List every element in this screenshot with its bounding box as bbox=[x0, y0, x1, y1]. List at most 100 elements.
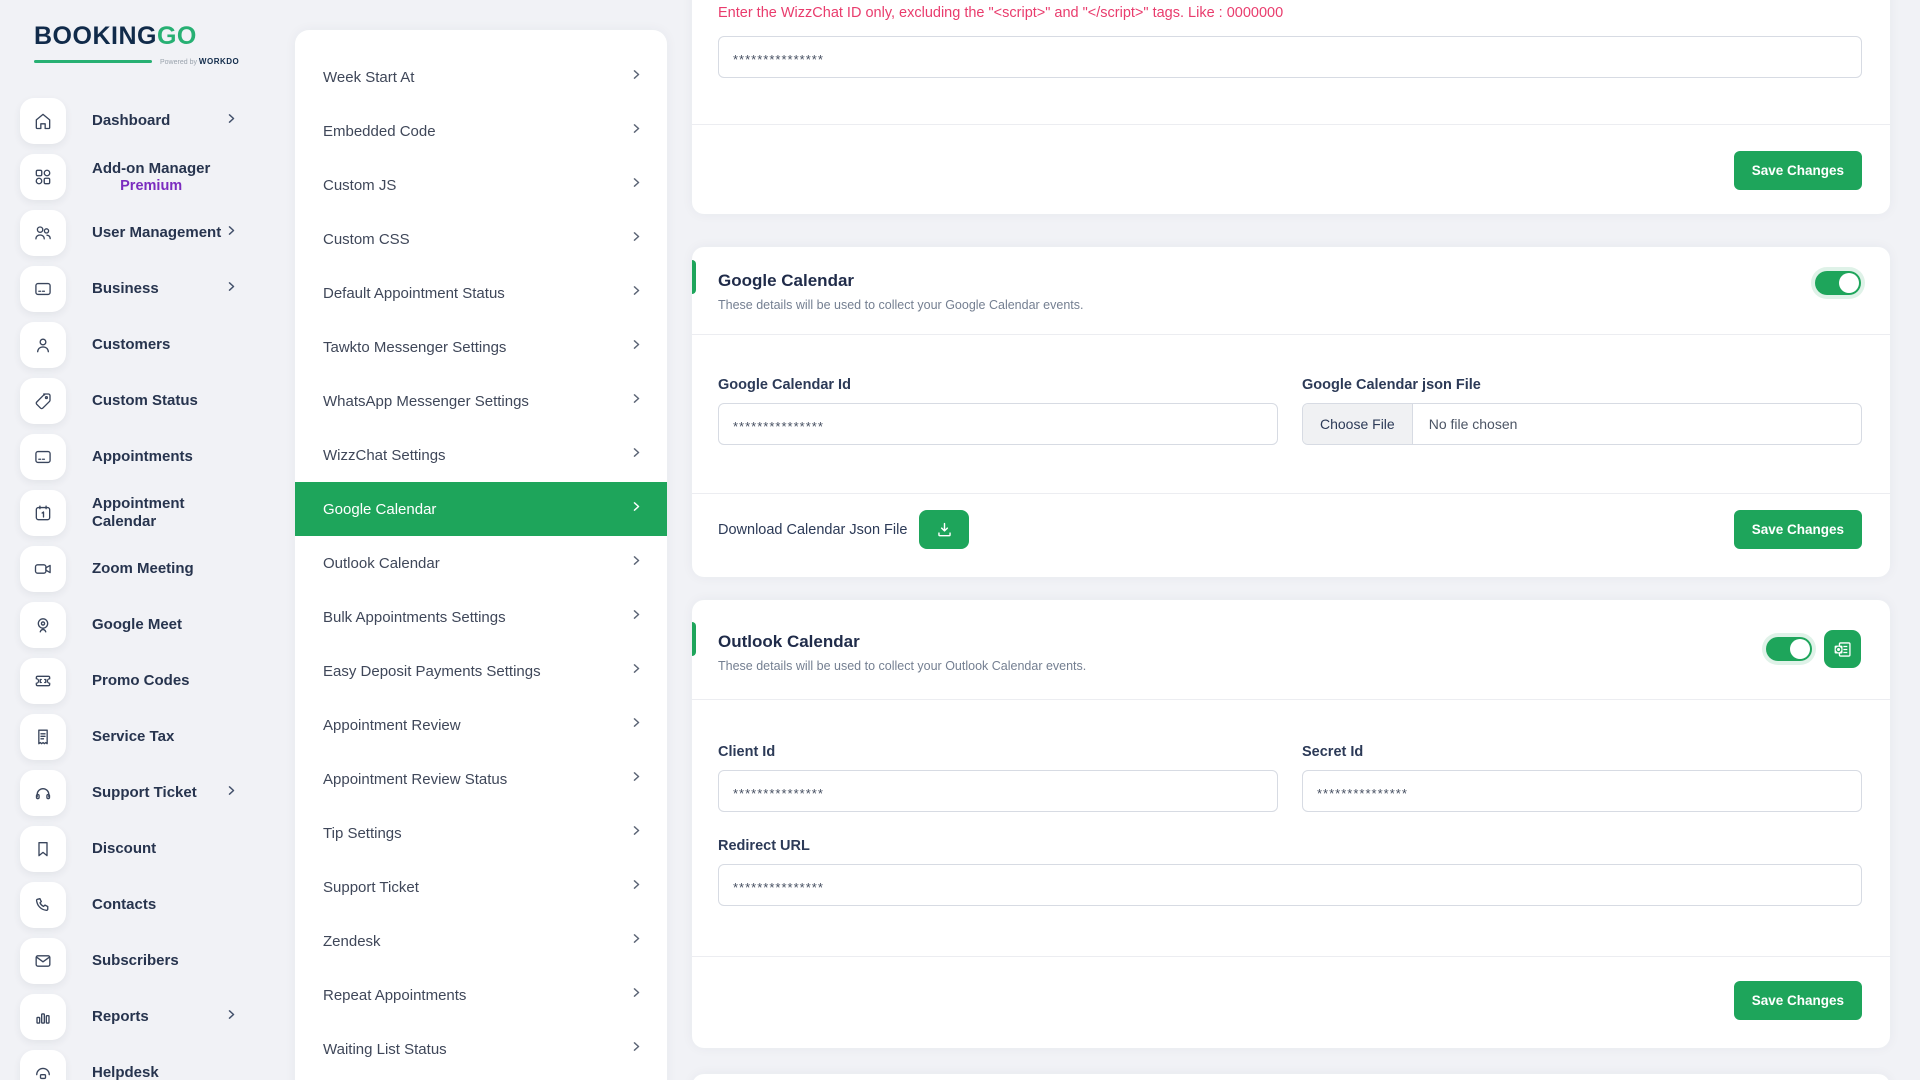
chevron-right-icon bbox=[225, 224, 238, 242]
sidebar-item-label: User Management bbox=[92, 224, 221, 242]
sidebar-item-appointments[interactable]: Appointments bbox=[0, 429, 260, 485]
chevron-right-icon bbox=[630, 338, 643, 356]
sidebar-item-google-meet[interactable]: Google Meet bbox=[0, 597, 260, 653]
sidebar-item-service-tax[interactable]: Service Tax bbox=[0, 709, 260, 765]
settings-menu-item-whatsapp-messenger-settings[interactable]: WhatsApp Messenger Settings bbox=[295, 374, 667, 428]
settings-menu-item-wizzchat-settings[interactable]: WizzChat Settings bbox=[295, 428, 667, 482]
ticket-icon bbox=[20, 658, 66, 704]
google-calendar-save-button[interactable]: Save Changes bbox=[1734, 510, 1862, 549]
chevron-right-icon bbox=[225, 280, 238, 298]
google-calendar-id-label: Google Calendar Id bbox=[718, 377, 1278, 393]
chevron-right-icon bbox=[630, 662, 643, 680]
sidebar-item-label: Custom Status bbox=[92, 392, 198, 410]
outlook-sync-button[interactable] bbox=[1824, 630, 1861, 668]
settings-menu-item-label: Waiting List Status bbox=[323, 1041, 447, 1058]
google-calendar-toggle[interactable] bbox=[1815, 271, 1861, 295]
chevron-right-icon bbox=[630, 986, 643, 1004]
sidebar-item-label: Zoom Meeting bbox=[92, 560, 194, 578]
settings-menu-item-repeat-appointments[interactable]: Repeat Appointments bbox=[295, 968, 667, 1022]
chevron-right-icon bbox=[630, 446, 643, 464]
redirect-url-label: Redirect URL bbox=[718, 838, 1862, 854]
settings-menu-item-label: Appointment Review bbox=[323, 717, 461, 734]
credit-card-icon bbox=[20, 434, 66, 480]
settings-menu-item-google-calendar[interactable]: Google Calendar bbox=[295, 482, 667, 536]
tag-icon bbox=[20, 378, 66, 424]
settings-menu-item-outlook-calendar[interactable]: Outlook Calendar bbox=[295, 536, 667, 590]
wizzchat-settings-card: Enter the WizzChat ID only, excluding th… bbox=[692, 0, 1890, 214]
sidebar-item-custom-status[interactable]: Custom Status bbox=[0, 373, 260, 429]
sidebar-item-contacts[interactable]: Contacts bbox=[0, 877, 260, 933]
settings-menu-item-easy-deposit-payments-settings[interactable]: Easy Deposit Payments Settings bbox=[295, 644, 667, 698]
settings-menu-item-appointment-review-status[interactable]: Appointment Review Status bbox=[295, 752, 667, 806]
settings-menu-item-label: Google Calendar bbox=[323, 501, 436, 518]
settings-menu-item-label: Custom JS bbox=[323, 177, 396, 194]
download-json-button[interactable] bbox=[919, 510, 969, 549]
settings-menu-item-label: Zendesk bbox=[323, 933, 381, 950]
next-section-card bbox=[692, 1074, 1890, 1080]
sidebar-item-label: Support Ticket bbox=[92, 784, 197, 802]
sidebar-item-label: Promo Codes bbox=[92, 672, 190, 690]
sidebar-item-zoom-meeting[interactable]: Zoom Meeting bbox=[0, 541, 260, 597]
settings-menu-item-label: Easy Deposit Payments Settings bbox=[323, 663, 541, 680]
wizzchat-save-button[interactable]: Save Changes bbox=[1734, 151, 1862, 190]
settings-menu-item-tip-settings[interactable]: Tip Settings bbox=[295, 806, 667, 860]
sidebar-item-helpdesk[interactable]: Helpdesk bbox=[0, 1045, 260, 1080]
settings-menu-item-custom-js[interactable]: Custom JS bbox=[295, 158, 667, 212]
sidebar-item-promo-codes[interactable]: Promo Codes bbox=[0, 653, 260, 709]
sidebar-item-support-ticket[interactable]: Support Ticket bbox=[0, 765, 260, 821]
settings-menu-item-appointment-review[interactable]: Appointment Review bbox=[295, 698, 667, 752]
settings-menu-item-week-start-at[interactable]: Week Start At bbox=[295, 50, 667, 104]
sidebar-item-label: Google Meet bbox=[92, 616, 182, 634]
settings-menu-item-label: Default Appointment Status bbox=[323, 285, 505, 302]
settings-menu-item-embedded-code[interactable]: Embedded Code bbox=[295, 104, 667, 158]
settings-menu-item-zendesk[interactable]: Zendesk bbox=[295, 914, 667, 968]
sidebar-item-add-on-manager[interactable]: Add-on Manager Premium bbox=[0, 149, 260, 205]
google-calendar-title: Google Calendar bbox=[718, 271, 1862, 291]
app-logo[interactable]: BOOKINGGO Powered by WORKDO bbox=[0, 18, 260, 66]
client-id-input[interactable] bbox=[718, 770, 1278, 812]
sidebar-item-label: Appointments bbox=[92, 448, 193, 466]
outlook-calendar-description: These details will be used to collect yo… bbox=[718, 659, 1862, 673]
bookmark-icon bbox=[20, 826, 66, 872]
settings-menu-item-default-appointment-status[interactable]: Default Appointment Status bbox=[295, 266, 667, 320]
sidebar-item-appointment-calendar[interactable]: Appointment Calendar bbox=[0, 485, 260, 541]
settings-menu-item-label: WizzChat Settings bbox=[323, 447, 446, 464]
download-icon bbox=[935, 520, 954, 539]
google-calendar-card: Google Calendar These details will be us… bbox=[692, 247, 1890, 577]
sidebar: BOOKINGGO Powered by WORKDO Dashboard Ad… bbox=[0, 0, 260, 1080]
choose-file-button[interactable]: Choose File bbox=[1303, 404, 1413, 444]
settings-menu-item-label: Repeat Appointments bbox=[323, 987, 466, 1004]
sidebar-item-reports[interactable]: Reports bbox=[0, 989, 260, 1045]
sidebar-item-discount[interactable]: Discount bbox=[0, 821, 260, 877]
settings-menu-item-waiting-list-status[interactable]: Waiting List Status bbox=[295, 1022, 667, 1076]
chevron-right-icon bbox=[630, 554, 643, 572]
chevron-right-icon bbox=[630, 932, 643, 950]
outlook-calendar-save-button[interactable]: Save Changes bbox=[1734, 981, 1862, 1020]
sidebar-item-label: Reports bbox=[92, 1008, 149, 1026]
settings-menu-item-support-ticket[interactable]: Support Ticket bbox=[295, 860, 667, 914]
chevron-right-icon bbox=[630, 68, 643, 86]
chevron-right-icon bbox=[225, 112, 238, 130]
sidebar-item-subscribers[interactable]: Subscribers bbox=[0, 933, 260, 989]
settings-menu-item-tawkto-messenger-settings[interactable]: Tawkto Messenger Settings bbox=[295, 320, 667, 374]
sidebar-item-customers[interactable]: Customers bbox=[0, 317, 260, 373]
chevron-right-icon bbox=[630, 230, 643, 248]
wizzchat-id-input[interactable] bbox=[718, 36, 1862, 78]
credit-card-icon bbox=[20, 266, 66, 312]
main-content: Enter the WizzChat ID only, excluding th… bbox=[692, 0, 1890, 1080]
sidebar-item-business[interactable]: Business bbox=[0, 261, 260, 317]
helpdesk-icon bbox=[20, 1050, 66, 1080]
sidebar-item-label: Add-on Manager bbox=[92, 160, 210, 178]
google-calendar-id-input[interactable] bbox=[718, 403, 1278, 445]
sidebar-item-dashboard[interactable]: Dashboard bbox=[0, 93, 260, 149]
chevron-right-icon bbox=[630, 122, 643, 140]
settings-menu-item-custom-css[interactable]: Custom CSS bbox=[295, 212, 667, 266]
redirect-url-input[interactable] bbox=[718, 864, 1862, 906]
google-calendar-json-file-input[interactable]: Choose File No file chosen bbox=[1302, 403, 1862, 445]
bar-chart-icon bbox=[20, 994, 66, 1040]
secret-id-input[interactable] bbox=[1302, 770, 1862, 812]
outlook-calendar-toggle[interactable] bbox=[1766, 637, 1812, 661]
settings-menu-item-bulk-appointments-settings[interactable]: Bulk Appointments Settings bbox=[295, 590, 667, 644]
sidebar-item-user-management[interactable]: User Management bbox=[0, 205, 260, 261]
logo-secondary: GO bbox=[157, 22, 197, 50]
